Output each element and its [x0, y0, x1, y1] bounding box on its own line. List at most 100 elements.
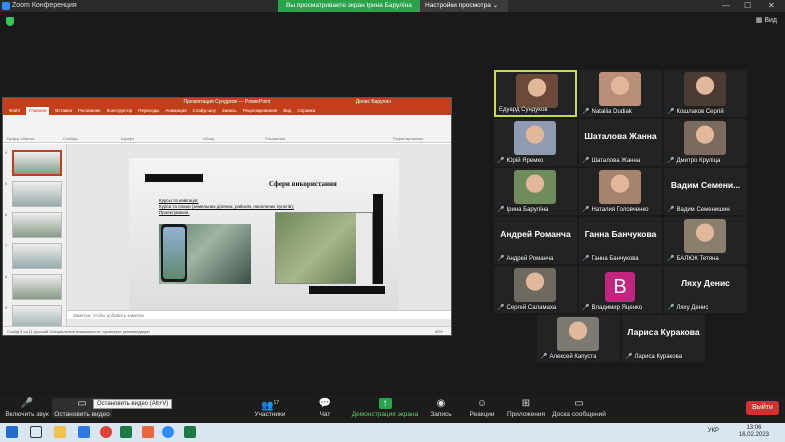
phone-screen	[163, 227, 185, 279]
ppt-tab[interactable]: Вставка	[55, 107, 72, 115]
participant-tile[interactable]: Вадим Семени... 🎤 Вадим Семенишин	[664, 168, 747, 215]
phone-image	[161, 224, 187, 282]
ppt-zoom: 65%	[434, 329, 443, 334]
stop-video-tooltip: Остановить видео (Alt+V)	[93, 399, 173, 409]
chrome-icon[interactable]	[100, 426, 112, 438]
ppt-tab[interactable]: Рисование	[78, 107, 101, 115]
participant-name: Вадим Семенишин	[676, 207, 730, 213]
participant-label: 🎤 Ірина Барулїна	[497, 206, 548, 213]
chat-button[interactable]: 💬 Чат	[312, 398, 338, 418]
whiteboard-button[interactable]: ▭ Доска сообщений	[550, 398, 608, 418]
minimize-icon[interactable]: —	[722, 1, 730, 10]
windows-start-icon[interactable]	[6, 426, 18, 438]
view-button[interactable]: ▦ Вид	[756, 16, 777, 24]
participants-icon: 👥17	[260, 400, 279, 412]
slide-number: 8	[5, 274, 8, 279]
participant-name: Дмитро Круліца	[676, 158, 721, 164]
ribbon-group-label: Рисование	[265, 136, 286, 141]
ppt-ribbon-tabs: Файл Главная Вставка Рисование Конструктор Пе…	[3, 107, 451, 115]
language-indicator[interactable]: УКР	[708, 428, 719, 434]
slide-canvas[interactable]: Сфери використання Курсы та навігація; Ку…	[129, 158, 399, 310]
microphone-muted-icon: 🎤	[497, 207, 505, 213]
ppt-tab[interactable]: Файл	[9, 107, 20, 115]
participant-tile[interactable]: 🎤 Алексей Капуста	[537, 315, 620, 362]
maximize-icon[interactable]: ☐	[744, 1, 751, 10]
participant-label: 🎤 Nataliia Dudiak	[582, 108, 632, 115]
participant-tile[interactable]: 🎤 Ірина Барулїна	[494, 168, 577, 215]
ppt-tab[interactable]: Переходы	[138, 107, 159, 115]
slide-black-bar	[145, 174, 203, 182]
leave-button[interactable]: Выйти	[746, 401, 779, 415]
participant-name: Алексей Капуста	[549, 354, 597, 360]
view-options-button[interactable]: Настройки просмотра ⌄	[420, 0, 508, 12]
participant-tile[interactable]: В 🎤 Владимир Яценко	[579, 266, 662, 313]
ppt-tab[interactable]: Вид	[283, 107, 291, 115]
microphone-muted-icon: 🎤	[497, 256, 505, 262]
slide-thumbnail[interactable]	[12, 212, 62, 238]
zoom-taskbar-icon[interactable]	[162, 426, 174, 438]
participant-tile[interactable]: Шаталова Жанна 🎤 Шаталова Жанна	[579, 119, 662, 166]
slide-thumbnail[interactable]	[12, 274, 62, 300]
participant-tile[interactable]: 🎤 Юрій Яремко	[494, 119, 577, 166]
ppt-tab[interactable]: Справка	[298, 107, 316, 115]
apps-label: Приложения	[506, 411, 546, 418]
participants-count: 17	[273, 400, 279, 406]
window-titlebar: Zoom Конференция Вы просматриваете экран…	[0, 0, 785, 12]
participant-tile[interactable]: 🎤 Кошлаков Сергій	[664, 70, 747, 117]
record-button[interactable]: ◉ Запись	[428, 398, 454, 418]
participant-tile[interactable]: Ганна Банчукова 🎤 Ганна Банчукова	[579, 217, 662, 264]
participant-video	[684, 121, 726, 155]
notes-pane[interactable]: Заметки, чтобы добавить заметки	[67, 310, 451, 319]
participant-tile[interactable]: 🎤 Дмитро Круліца	[664, 119, 747, 166]
ppt-body: 4 5 6 7 8 9 Сфери використання Курсы та навіг…	[3, 144, 451, 331]
ppt-tab[interactable]: Запись	[222, 107, 237, 115]
participants-button[interactable]: 👥17 Участники	[250, 398, 290, 418]
ppt-tab[interactable]: Рецензирование	[243, 107, 278, 115]
ppt-tab[interactable]: Главная	[26, 107, 50, 115]
participant-tile[interactable]: Лариса Куракова 🎤 Лариса Куракова	[622, 315, 705, 362]
slide-thumbnail[interactable]	[12, 150, 62, 176]
participant-name-display: Ганна Банчукова	[584, 229, 657, 239]
apps-button[interactable]: ⊞ Приложения	[506, 398, 546, 418]
ribbon-group-label: Редактирование	[393, 136, 424, 141]
file-explorer-icon[interactable]	[54, 426, 66, 438]
slide-thumbnail[interactable]	[12, 181, 62, 207]
microphone-muted-icon: 🎤	[667, 207, 675, 213]
mail-icon[interactable]	[78, 426, 90, 438]
avatar: В	[605, 272, 635, 302]
participant-tile[interactable]: 🎤 Наталия Головченко	[579, 168, 662, 215]
participant-name: БАЛЮК Тетяна	[676, 256, 719, 262]
slide-title: Сфери використання	[269, 180, 337, 188]
slide-number: 6	[5, 212, 8, 217]
participant-video	[514, 268, 556, 302]
participant-tile[interactable]: Андрей Романча 🎤 Андрей Романча	[494, 217, 577, 264]
unmute-button[interactable]: 🎤 Включить звук	[4, 398, 50, 418]
participant-tile[interactable]: 🎤 Сергей Саламаха	[494, 266, 577, 313]
participant-name: Наталия Головченко	[591, 207, 649, 213]
close-icon[interactable]: ✕	[768, 1, 775, 10]
participant-tile[interactable]: 🎤 Nataliia Dudiak	[579, 70, 662, 117]
reactions-button[interactable]: ☺ Реакции	[466, 398, 498, 418]
task-view-icon[interactable]	[30, 426, 42, 438]
slide-thumbnail[interactable]	[12, 243, 62, 269]
participant-name: Шаталова Жанна	[591, 158, 641, 164]
ppt-tab[interactable]: Слайд-шоу	[193, 107, 216, 115]
ppt-title: Презентация Сундуков — PowerPoint	[183, 99, 271, 105]
excel-icon[interactable]	[120, 426, 132, 438]
app-icon[interactable]	[142, 426, 154, 438]
clock[interactable]: 13:06 16.02.2023	[739, 425, 769, 439]
participant-tile[interactable]: Ляху Денис 🎤 Ляху Денис	[664, 266, 747, 313]
windows-taskbar: УКР 13:06 16.02.2023	[0, 423, 785, 442]
share-screen-button[interactable]: ↑ Демонстрация экрана	[350, 398, 420, 418]
participant-label: 🎤 Юрій Яремко	[497, 157, 543, 164]
microphone-muted-icon: 🎤	[582, 109, 590, 115]
excel-icon[interactable]	[184, 426, 196, 438]
shared-screen[interactable]: Презентация Сундуков — PowerPoint Денис …	[2, 97, 452, 336]
participant-tile[interactable]: 🎤 БАЛЮК Тетяна	[664, 217, 747, 264]
ppt-tab[interactable]: Анимация	[165, 107, 186, 115]
participant-video	[684, 72, 726, 106]
reactions-label: Реакции	[469, 411, 495, 418]
ppt-tab[interactable]: Конструктор	[107, 107, 133, 115]
participant-tile[interactable]: Едуард Сундуков	[494, 70, 577, 117]
shield-icon[interactable]	[6, 17, 14, 26]
